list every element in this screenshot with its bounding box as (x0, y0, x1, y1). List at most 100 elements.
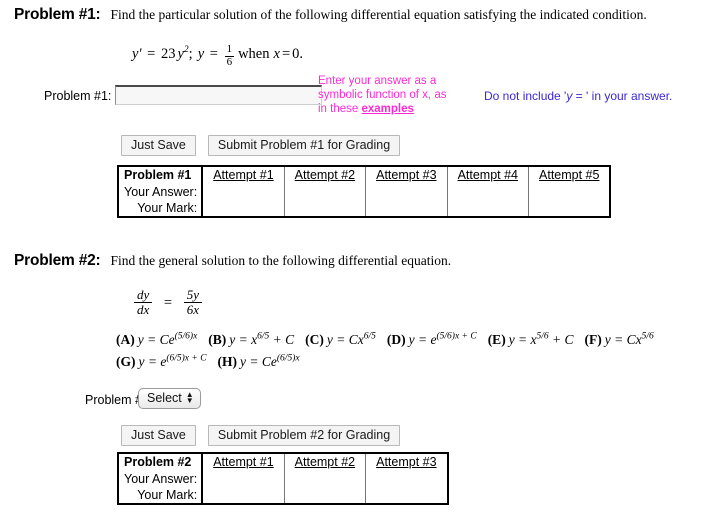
problem-1-answer-cell-5 (529, 184, 611, 200)
hint-pink-line-3-text: in these (318, 103, 362, 115)
eq1-when-text: when (238, 46, 270, 63)
eq1-equals: = (147, 46, 156, 63)
problem-1-equation: y' = 23 y2; y = 1 6 when x = 0. (132, 43, 303, 68)
problem-2-attempts-table: Problem #2 Attempt #1 Attempt #2 Attempt… (117, 452, 449, 505)
problem-2-submit-button[interactable]: Submit Problem #2 for Grading (207, 425, 401, 446)
problem-2-col-attempt-3: Attempt #3 (376, 455, 437, 469)
eq2-lhs-denominator: dx (134, 302, 153, 317)
table-row: Your Answer: (118, 471, 448, 487)
problem-2-button-row: Just Save Submit Problem #2 for Grading (121, 425, 401, 446)
problem-1-hint-pink: Enter your answer as a symbolic function… (318, 74, 478, 116)
eq2-lhs-fraction: dy dx (134, 287, 153, 318)
problem-2-answer-cell-3 (366, 471, 448, 487)
choice-a-label: (A) (116, 332, 135, 347)
problem-1-header-line: Problem #1: Find the particular solution… (14, 6, 647, 24)
problem-2-heading: Problem #2: (14, 252, 101, 269)
choice-b[interactable]: (B) y = x6/5 + C (208, 332, 294, 348)
problem-1-mark-cell-3 (365, 200, 448, 217)
eq1-semicolon: ; (188, 46, 193, 63)
examples-link[interactable]: examples (361, 103, 413, 115)
problem-1-col-attempt-2: Attempt #2 (284, 166, 367, 184)
hint-pink-line-2: symbolic function of x, as (318, 89, 447, 101)
eq1-initial-fraction: 16 (224, 43, 235, 68)
problem-1-answer-label: Problem #1: (44, 89, 112, 103)
problem-1-col-attempt-1: Attempt #1 (202, 166, 285, 184)
table-row: Your Mark: (118, 200, 610, 217)
problem-2-answer-cell-2 (284, 471, 367, 487)
problem-1-heading: Problem #1: (14, 6, 101, 23)
problem-2-answer-cell-1 (202, 471, 285, 487)
problem-1-mark-cell-4 (447, 200, 530, 217)
eq1-initial-denominator: 6 (224, 55, 235, 68)
table-row: Your Mark: (118, 487, 448, 504)
problem-1-col-attempt-5: Attempt #5 (539, 168, 600, 182)
problem-1-row-your-mark: Your Mark: (118, 200, 204, 217)
problem-2-equation: dy dx = 5y 6x (134, 287, 202, 318)
problem-1-statement: Find the particular solution of the foll… (110, 7, 647, 22)
problem-2-mark-cell-3 (366, 487, 448, 504)
eq2-rhs-numerator: 5y (186, 287, 199, 302)
problem-1-answer-cell-4 (447, 184, 530, 200)
problem-2-col-attempt-2: Attempt #2 (284, 453, 367, 471)
hint-blue-pre: Do not include ' (484, 89, 567, 103)
eq1-when-equals: = (281, 46, 291, 63)
eq1-initial-equals: = (209, 46, 218, 63)
eq2-equals: = (163, 295, 173, 312)
choice-b-expr: y = x6/5 + C (229, 331, 295, 347)
hint-blue-mid: = (572, 89, 587, 103)
choice-g-label: (G) (116, 354, 136, 369)
problem-1-mark-cell-2 (284, 200, 367, 217)
problem-1-attempts-table: Problem #1 Attempt #1 Attempt #2 Attempt… (117, 165, 612, 218)
table-row-header: Problem #2 Attempt #1 Attempt #2 Attempt… (118, 453, 448, 471)
problem-1-row-your-answer: Your Answer: (118, 184, 204, 200)
table-row: Your Answer: (118, 184, 610, 200)
eq1-initial-var: y (197, 46, 205, 63)
choice-a[interactable]: (A) y = Ce(5/6)x (116, 332, 197, 348)
hint-blue-post: ' in your answer. (586, 89, 673, 103)
problem-1-hint-blue: Do not include 'y = ' in your answer. (484, 89, 672, 103)
choice-h-label: (H) (217, 354, 238, 369)
choice-e-label: (E) (487, 332, 506, 347)
select-updown-arrows-icon: ▲ ▼ (185, 390, 194, 405)
eq2-rhs-denominator: 6x (183, 302, 202, 317)
choice-e[interactable]: (E) y = x5/6 + C (488, 332, 574, 348)
problem-2-select[interactable]: Select ▲ ▼ (138, 388, 201, 409)
problem-1-answer-cell-1 (202, 184, 285, 200)
choice-c-label: (C) (305, 332, 324, 347)
problem-2-mark-cell-2 (284, 487, 367, 504)
problem-1-submit-button[interactable]: Submit Problem #1 for Grading (207, 135, 401, 156)
choice-g[interactable]: (G) y = e(6/5)x + C (116, 354, 207, 370)
choice-d-expr: y = e(5/6)x + C (408, 331, 477, 347)
problem-2-statement: Find the general solution to the followi… (110, 253, 452, 268)
eq2-rhs-fraction: 5y 6x (183, 287, 202, 318)
problem-2-row-your-answer: Your Answer: (118, 471, 204, 487)
eq1-coefficient: 23 (160, 46, 176, 63)
problem-2-table-corner: Problem #2 (118, 453, 204, 471)
problem-1-col-attempt-4: Attempt #4 (447, 166, 530, 184)
problem-1-col-attempt-3: Attempt #3 (365, 166, 448, 184)
eq1-when-var: x (273, 46, 280, 63)
choice-d[interactable]: (D) y = e(5/6)x + C (387, 332, 477, 348)
choice-h[interactable]: (H) y = Ce(6/5)x (218, 354, 300, 370)
choice-c[interactable]: (C) y = Cx6/5 (305, 332, 376, 348)
eq1-lhs: y' (132, 46, 142, 63)
choice-e-expr: y = x5/6 + C (508, 331, 574, 347)
choice-c-expr: y = Cx6/5 (326, 331, 376, 347)
problem-1-mark-cell-5 (529, 200, 611, 217)
problem-1-answer-cell-3 (365, 184, 448, 200)
problem-1-table-corner: Problem #1 (118, 166, 204, 184)
problem-2-just-save-button[interactable]: Just Save (121, 425, 196, 446)
choice-f-label: (F) (584, 332, 602, 347)
problem-1-just-save-button[interactable]: Just Save (121, 135, 196, 156)
choice-b-label: (B) (208, 332, 227, 347)
choice-f[interactable]: (F) y = Cx5/6 (585, 332, 654, 348)
problem-2-header-line: Problem #2: Find the general solution to… (14, 252, 451, 270)
problem-1-answer-cell-2 (284, 184, 367, 200)
eq2-lhs-numerator: dy (137, 287, 150, 302)
problem-1-answer-input[interactable] (115, 85, 322, 105)
choice-f-expr: y = Cx5/6 (604, 331, 654, 347)
eq1-period: . (299, 46, 303, 63)
problem-2-mark-cell-1 (202, 487, 285, 504)
problem-1-mark-cell-1 (202, 200, 285, 217)
problem-2-select-value: Select (147, 391, 182, 405)
